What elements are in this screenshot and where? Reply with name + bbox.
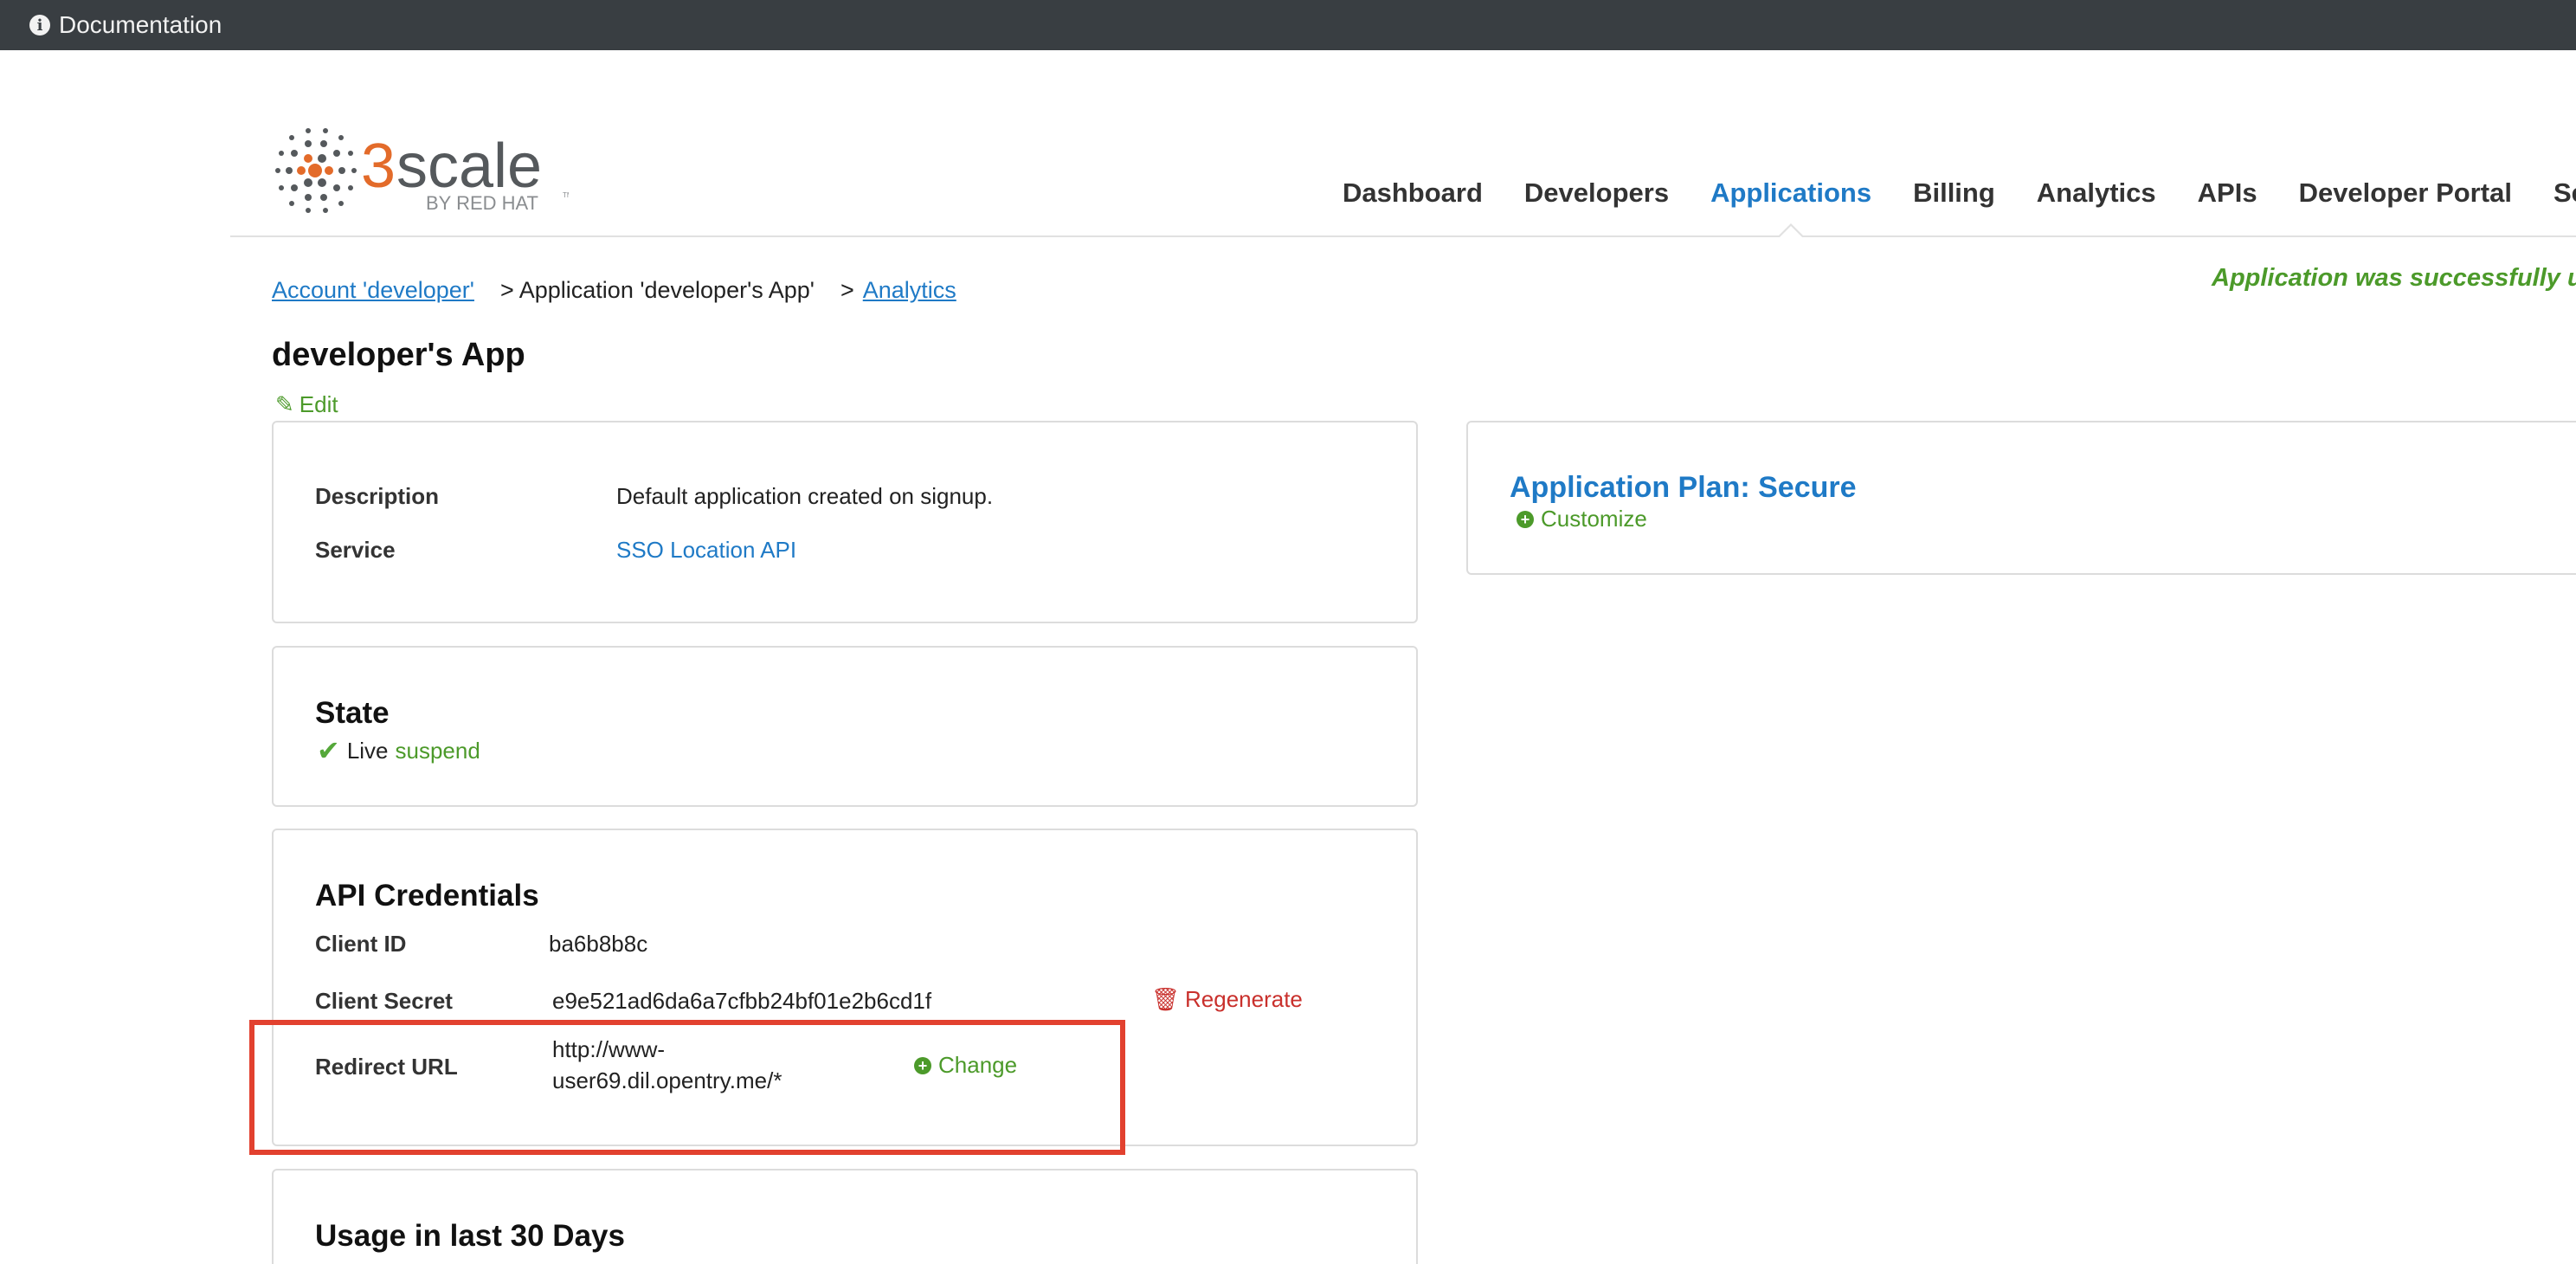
regenerate-button[interactable]: 🗑 Regenerate: [1151, 986, 1303, 1013]
checkmark-icon: ✔: [317, 735, 340, 766]
redirect-url-label: Redirect URL: [315, 1054, 458, 1080]
pencil-icon: ✎: [275, 391, 294, 417]
suspend-link[interactable]: suspend: [396, 738, 480, 764]
customize-plan-button[interactable]: + Customize: [1517, 506, 1647, 532]
state-status: Live: [346, 737, 389, 764]
change-redirect-button[interactable]: + Change: [914, 1052, 1017, 1079]
change-label: Change: [938, 1052, 1018, 1078]
client-id-value: ba6b8b8c: [549, 931, 648, 957]
redirect-url-line2: user69.dil.opentry.me/*: [552, 1067, 782, 1093]
state-panel: State ✔ Live suspend: [272, 646, 1418, 807]
edit-label: Edit: [299, 391, 338, 417]
breadcrumb-separator: >: [840, 277, 854, 303]
page-title: developer's App: [272, 337, 525, 373]
description-value: Default application created on signup.: [616, 483, 994, 509]
3scale-logo[interactable]: 3 scale BY RED HAT TM: [270, 125, 569, 216]
nav-developer-portal[interactable]: Developer Portal: [2299, 177, 2512, 209]
plus-circle-icon: +: [1517, 510, 1534, 528]
nav-analytics[interactable]: Analytics: [2037, 177, 2156, 209]
main-nav: Dashboard Developers Applications Billin…: [1343, 177, 2576, 237]
breadcrumb-account-link[interactable]: Account 'developer': [272, 277, 474, 304]
nav-dashboard[interactable]: Dashboard: [1343, 177, 1483, 209]
application-plan-link[interactable]: Application Plan: Secure: [1510, 471, 1857, 505]
service-label: Service: [315, 537, 396, 563]
details-panel: Description Default application created …: [272, 421, 1418, 623]
edit-link[interactable]: ✎ Edit: [275, 391, 338, 418]
usage-title: Usage in last 30 Days: [315, 1219, 625, 1253]
logo-word: scale: [396, 132, 542, 201]
api-credentials-panel: API Credentials Client ID ba6b8b8c Clien…: [272, 829, 1418, 1146]
trash-icon: 🗑: [1151, 986, 1181, 1012]
documentation-link[interactable]: i Documentation: [29, 11, 222, 39]
breadcrumb: Account 'developer' > Application 'devel…: [272, 277, 956, 304]
nav-apis[interactable]: APIs: [2198, 177, 2257, 209]
usage-panel: Usage in last 30 Days: [272, 1169, 1418, 1264]
client-secret-value: e9e521ad6da6a7cfbb24bf01e2b6cd1f: [552, 988, 932, 1014]
nav-applications[interactable]: Applications: [1710, 177, 1871, 237]
application-plan-panel: Application Plan: Secure + Customize: [1466, 421, 2576, 575]
logo-trademark: TM: [563, 191, 569, 199]
logo-sub: BY RED HAT: [426, 192, 538, 214]
header-divider: [230, 235, 2576, 237]
documentation-label: Documentation: [59, 11, 222, 38]
nav-developers[interactable]: Developers: [1524, 177, 1669, 209]
flash-message: Application was successfully up: [2212, 264, 2576, 292]
info-icon: i: [29, 15, 50, 35]
breadcrumb-analytics-link[interactable]: Analytics: [863, 277, 956, 304]
nav-billing[interactable]: Billing: [1913, 177, 1995, 209]
client-id-label: Client ID: [315, 931, 407, 957]
redirect-url-line1: http://www-: [552, 1036, 666, 1062]
breadcrumb-application: > Application 'developer's App': [499, 277, 815, 303]
nav-settings[interactable]: Setti: [2553, 177, 2576, 209]
regenerate-label: Regenerate: [1185, 986, 1303, 1012]
credentials-title: API Credentials: [315, 879, 539, 913]
top-bar: i Documentation: [0, 0, 2576, 50]
state-title: State: [315, 696, 390, 730]
customize-label: Customize: [1541, 506, 1647, 532]
service-link[interactable]: SSO Location API: [616, 537, 796, 564]
logo-mark-icon: [275, 128, 357, 213]
plus-circle-icon: +: [914, 1056, 931, 1074]
client-secret-label: Client Secret: [315, 988, 453, 1014]
logo-digit: 3: [361, 132, 396, 201]
description-label: Description: [315, 483, 440, 509]
